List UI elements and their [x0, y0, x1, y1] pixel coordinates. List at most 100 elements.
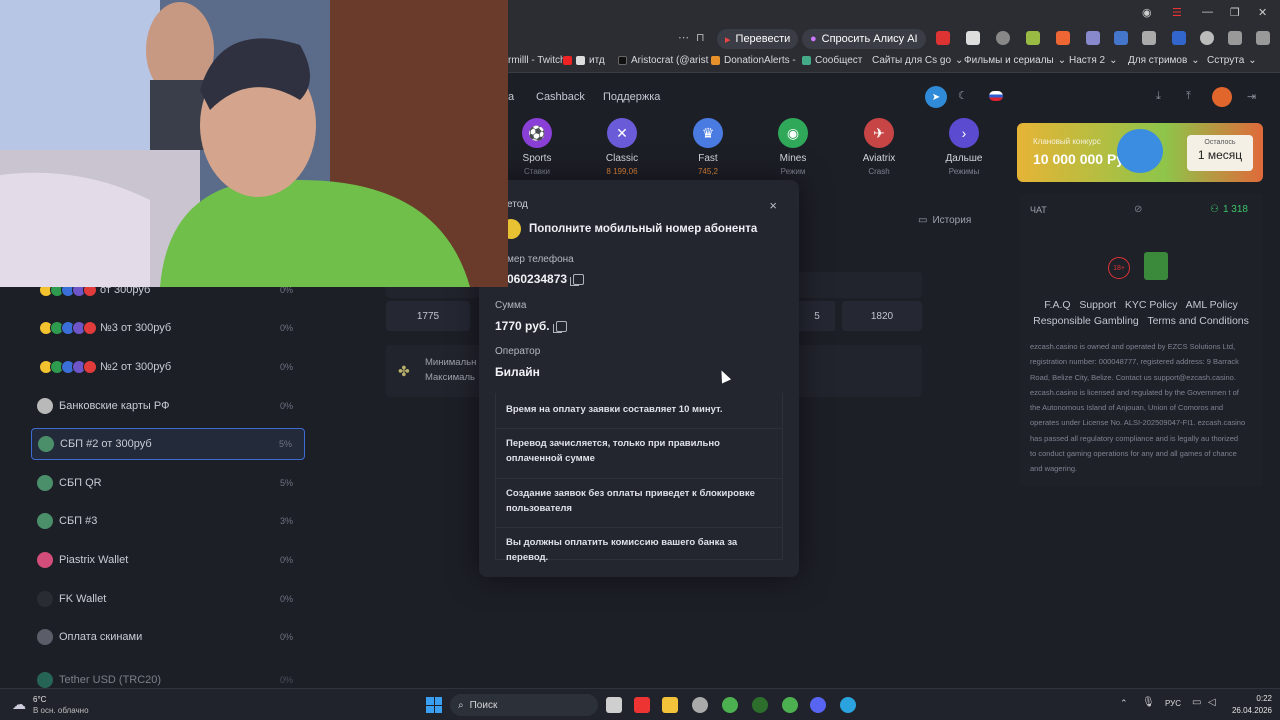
amount-option[interactable]: 1820 — [842, 301, 922, 331]
avatar[interactable] — [1212, 87, 1232, 107]
extensions-icon[interactable] — [1228, 31, 1242, 45]
link-aml[interactable]: AML Policy — [1186, 299, 1238, 311]
game-tile-mines[interactable]: ◉ Mines Режим — [763, 118, 823, 176]
amount-option[interactable]: 5 — [799, 301, 835, 331]
payment-method-item[interactable]: СБП #3 3% — [31, 505, 305, 537]
discord-icon[interactable] — [810, 697, 826, 713]
yandex-browser-icon[interactable] — [634, 697, 650, 713]
tether-icon — [37, 672, 53, 688]
russia-flag-icon[interactable] — [989, 91, 1003, 101]
close-icon[interactable]: × — [769, 198, 777, 213]
logout-icon[interactable]: ⇥ — [1247, 90, 1256, 103]
telegram-icon[interactable] — [840, 697, 856, 713]
bookmark-item[interactable]: итд — [563, 55, 605, 66]
payment-method-label: СБП #3 — [59, 515, 98, 527]
game-tile-fast[interactable]: ♛ Fast 745,2 — [678, 118, 738, 176]
file-explorer-icon[interactable] — [662, 697, 678, 713]
payment-method-label: Оплата скинами — [59, 631, 143, 643]
nav-link-support[interactable]: Поддержка — [603, 91, 660, 103]
bookmark-folder[interactable]: Фильмы и сериалы ⌄ — [964, 55, 1066, 66]
bookmark-folder[interactable]: Для стримов ⌄ — [1128, 55, 1200, 66]
sbp-logo-icon — [37, 513, 53, 529]
qr-icon[interactable] — [966, 31, 980, 45]
payment-method-item[interactable]: №3 от 300руб 0% — [31, 312, 305, 344]
microphone-icon[interactable]: 🎙︎ — [1142, 697, 1155, 708]
payment-method-label: СБП QR — [59, 477, 102, 489]
link-terms[interactable]: Terms and Conditions — [1147, 315, 1249, 327]
minimize-icon[interactable]: — — [1202, 6, 1213, 18]
more-icon[interactable]: ⋯ — [678, 31, 689, 44]
nav-link-partial[interactable]: а — [508, 91, 514, 103]
telegram-icon[interactable]: ➤ — [925, 86, 947, 108]
bookmark-folder[interactable]: Сайты для Cs go ⌄ — [872, 55, 963, 66]
app-icon[interactable] — [752, 697, 768, 713]
bookmark-item[interactable]: DonationAlerts - — [711, 55, 796, 66]
extension-icon[interactable] — [1086, 31, 1100, 45]
link-faq[interactable]: F.A.Q — [1044, 299, 1070, 311]
clock-date[interactable]: 26.04.2026 — [1222, 706, 1272, 715]
payment-method-item[interactable]: СБП QR 5% — [31, 467, 305, 499]
payment-method-item[interactable]: FK Wallet 0% — [31, 583, 305, 615]
windows-taskbar: ☁ 6°C В осн. облачно ⌕ Поиск ⌃ 🎙︎ РУС ▭ ◁… — [0, 688, 1280, 720]
payment-method-item[interactable]: Piastrix Wallet 0% — [31, 544, 305, 576]
profile-icon[interactable]: ◉ — [1142, 6, 1152, 19]
maximize-icon[interactable]: ❐ — [1230, 6, 1240, 19]
extension-icon[interactable] — [1056, 31, 1070, 45]
window-close-icon[interactable]: ✕ — [1258, 6, 1267, 19]
translate-button[interactable]: ▸ Перевести — [717, 29, 799, 49]
translate-label: Перевести — [735, 33, 791, 45]
windows-start-icon[interactable] — [426, 697, 442, 713]
online-value: 1 318 — [1222, 204, 1248, 215]
upload-icon[interactable]: ⤒ — [1186, 90, 1191, 103]
play-icon[interactable] — [1200, 31, 1214, 45]
extension-icon[interactable] — [1026, 31, 1040, 45]
alice-button[interactable]: ● Спросить Алису AI — [802, 29, 926, 49]
volume-icon[interactable]: ◁ — [1208, 697, 1216, 708]
game-tile-дальше[interactable]: › Дальше Режимы — [934, 118, 994, 176]
app-icon[interactable] — [692, 697, 708, 713]
globe-icon[interactable] — [996, 31, 1010, 45]
link-support[interactable]: Support — [1079, 299, 1116, 311]
history-button[interactable]: ▭ История — [918, 208, 992, 232]
taskbar-search[interactable]: ⌕ Поиск — [450, 694, 598, 716]
divider — [495, 527, 783, 528]
chevron-up-icon[interactable]: ⌃ — [1120, 698, 1128, 709]
chrome-icon[interactable] — [782, 697, 798, 713]
payment-method-item[interactable]: СБП #2 от 300руб 5% — [31, 428, 305, 460]
game-tile-aviatrix[interactable]: ✈ Aviatrix Crash — [849, 118, 909, 176]
nav-link-cashback[interactable]: Cashback — [536, 91, 585, 103]
task-view-icon[interactable] — [606, 697, 622, 713]
download-icon[interactable]: ⤓ — [1156, 90, 1161, 103]
link-responsible-gambling[interactable]: Responsible Gambling — [1033, 315, 1139, 327]
game-tile-sports[interactable]: ⚽ Sports Ставки — [507, 118, 567, 176]
copy-phone-icon[interactable] — [570, 273, 585, 286]
display-icon[interactable]: ▭ — [1192, 697, 1201, 708]
payment-method-item[interactable]: Оплата скинами 0% — [31, 621, 305, 653]
download-icon[interactable] — [1256, 31, 1270, 45]
bookmark-folder[interactable]: Настя 2 ⌄ — [1069, 55, 1118, 66]
bookmark-item[interactable]: Сообщест — [802, 55, 862, 66]
chrome-icon[interactable] — [722, 697, 738, 713]
extension-icon[interactable] — [936, 31, 950, 45]
payment-method-item[interactable]: №2 от 300руб 0% — [31, 351, 305, 383]
theme-toggle-icon[interactable]: ☾ — [958, 89, 968, 102]
bookmark-folder[interactable]: Сструта ⌄ — [1207, 55, 1257, 66]
bookmark-icon[interactable]: ⊓ — [696, 31, 705, 44]
game-tile-classic[interactable]: ✕ Classic 8 199,06 — [592, 118, 652, 176]
bookmark-item[interactable]: Aristocrat (@arist — [618, 55, 708, 66]
amount-option[interactable]: 1775 — [386, 301, 470, 331]
payment-method-item[interactable]: Банковские карты РФ 0% — [31, 390, 305, 422]
copy-sum-icon[interactable] — [552, 320, 567, 333]
extension-icon[interactable] — [1172, 31, 1186, 45]
site-icon — [802, 56, 811, 65]
hide-eye-icon[interactable]: ⊘ — [1134, 204, 1142, 215]
language-indicator[interactable]: РУС — [1165, 699, 1181, 708]
link-kyc[interactable]: KYC Policy — [1125, 299, 1178, 311]
shield-icon[interactable] — [1142, 31, 1156, 45]
bookmark-item[interactable]: rmilll - Twitch — [508, 55, 566, 66]
clock-time[interactable]: 0:22 — [1222, 694, 1272, 703]
notifications-icon[interactable]: ☰ — [1172, 6, 1182, 19]
extension-icon[interactable] — [1114, 31, 1128, 45]
operator-value: Билайн — [495, 365, 540, 379]
clan-contest-banner[interactable]: Клановый конкурс 10 000 000 Руб Осталось… — [1017, 123, 1263, 182]
